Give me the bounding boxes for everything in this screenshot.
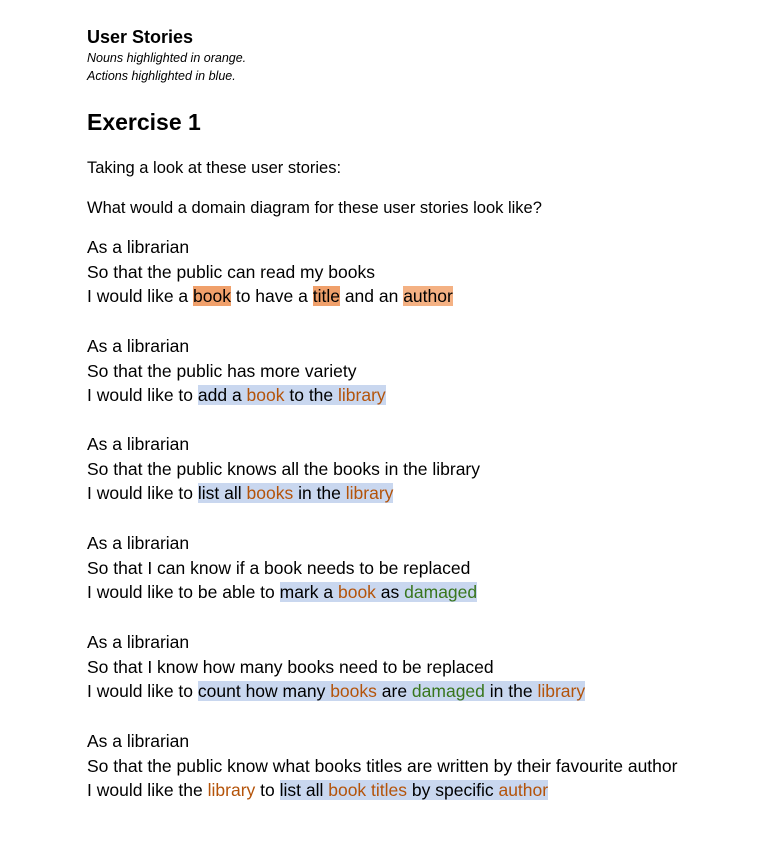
action-text: in the [484, 681, 538, 701]
action-highlight: count how many books are damaged in the … [197, 681, 586, 701]
story-want: I would like the library to list all boo… [87, 778, 687, 803]
action-text: add a [197, 385, 247, 405]
noun-highlight: book [193, 286, 231, 306]
story-want: I would like a book to have a title and … [87, 284, 687, 309]
noun-text: author [498, 780, 549, 800]
action-text: in the [293, 483, 346, 503]
action-text: list all [197, 483, 247, 503]
adjective-text: damaged [404, 582, 478, 602]
action-highlight: add a book to the library [197, 385, 386, 405]
exercise-heading: Exercise 1 [87, 109, 201, 135]
story-goal: So that the public know what books title… [87, 755, 678, 776]
noun-text: book titles [328, 780, 408, 800]
noun-text: book [246, 385, 285, 405]
story-text: I would like a [87, 286, 194, 306]
action-text: to the [284, 385, 339, 405]
story-role: As a librarian [87, 731, 190, 751]
user-story-5: As a librarian So that I know how many b… [87, 630, 687, 704]
user-story-2: As a librarian So that the public has mo… [87, 334, 687, 408]
noun-highlight: title [312, 286, 340, 306]
noun-text: library [537, 681, 586, 701]
story-role: As a librarian [87, 434, 190, 454]
user-story-6: As a librarian So that the public know w… [87, 729, 687, 803]
story-want: I would like to add a book to the librar… [87, 383, 687, 408]
document-page: User Stories Nouns highlighted in orange… [0, 0, 761, 862]
noun-text: library [207, 780, 256, 800]
story-goal: So that the public can read my books [87, 261, 375, 282]
noun-text: book [337, 582, 376, 602]
noun-highlight: author [403, 286, 453, 306]
story-want: I would like to list all books in the li… [87, 481, 687, 506]
noun-text: library [338, 385, 386, 405]
story-text: I would like to [87, 681, 198, 701]
action-text: mark a [279, 582, 338, 602]
action-highlight: list all books in the library [197, 483, 394, 503]
action-text: count how many [197, 681, 331, 701]
adjective-text: damaged [411, 681, 485, 701]
story-text: I would like to [87, 385, 198, 405]
story-role: As a librarian [87, 632, 190, 652]
action-text: by specific [407, 780, 499, 800]
story-role: As a librarian [87, 336, 190, 356]
user-story-4: As a librarian So that I can know if a b… [87, 531, 687, 605]
story-goal: So that the public has more variety [87, 360, 357, 381]
story-goal: So that I can know if a book needs to be… [87, 557, 471, 578]
exercise-intro: Taking a look at these user stories: [87, 159, 342, 177]
story-text: and an [339, 286, 404, 306]
story-role: As a librarian [87, 533, 190, 553]
story-text: to have a [230, 286, 313, 306]
doc-title: User Stories [87, 27, 194, 47]
story-goal: So that I know how many books need to be… [87, 656, 494, 677]
action-text: as [375, 582, 405, 602]
noun-text: library [345, 483, 394, 503]
noun-text: books [246, 483, 294, 503]
note-nouns: Nouns highlighted in orange. [87, 51, 247, 65]
story-text: I would like to be able to [87, 582, 280, 602]
story-text: to [255, 780, 280, 800]
story-text: I would like the [87, 780, 208, 800]
story-want: I would like to be able to mark a book a… [87, 580, 687, 605]
story-goal: So that the public knows all the books i… [87, 458, 480, 479]
exercise-question: What would a domain diagram for these us… [87, 199, 542, 217]
user-story-1: As a librarian So that the public can re… [87, 235, 687, 309]
note-actions: Actions highlighted in blue. [87, 69, 236, 83]
action-text: list all [279, 780, 329, 800]
action-text: are [376, 681, 412, 701]
action-highlight: list all book titles by specific author [279, 780, 549, 800]
story-want: I would like to count how many books are… [87, 679, 687, 704]
story-role: As a librarian [87, 237, 190, 257]
user-story-3: As a librarian So that the public knows … [87, 432, 687, 506]
story-text: I would like to [87, 483, 198, 503]
action-highlight: mark a book as damaged [279, 582, 478, 602]
noun-text: books [330, 681, 377, 701]
